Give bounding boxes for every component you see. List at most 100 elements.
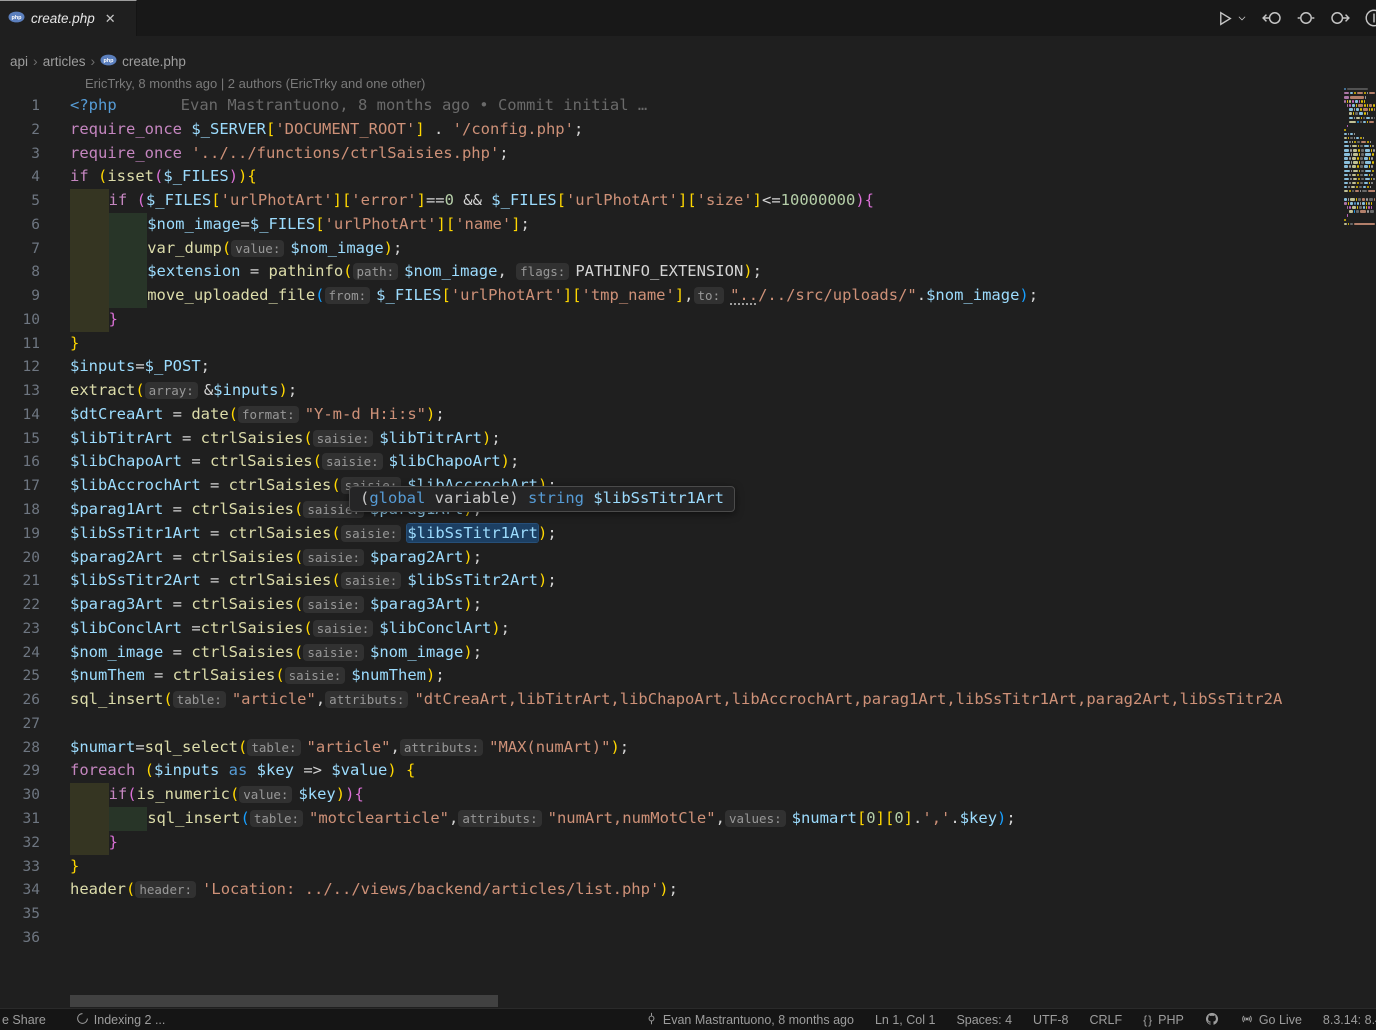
code-token: header (70, 880, 126, 898)
code-token: = (145, 666, 173, 684)
code-token: saisie: (322, 453, 383, 470)
record-dot-icon[interactable] (1296, 8, 1316, 28)
code-line[interactable]: 1<?phpEvan Mastrantuono, 8 months ago • … (0, 94, 1341, 118)
code-token: ; (669, 880, 678, 898)
breadcrumb-item-file[interactable]: create.php (122, 54, 186, 69)
code-line[interactable]: 15$libTitrArt = ctrlSaisies(saisie:$libT… (0, 427, 1341, 451)
run-icon[interactable] (1214, 8, 1234, 28)
code-line[interactable]: 5if ($_FILES['urlPhotArt']['error']==0 &… (0, 189, 1341, 213)
code-line[interactable]: 16$libChapoArt = ctrlSaisies(saisie:$lib… (0, 450, 1341, 474)
code-token: $inputs (213, 381, 278, 399)
status-item-label: Spaces: 4 (956, 1013, 1012, 1027)
code-token: $value (331, 761, 387, 779)
horizontal-scrollbar[interactable] (70, 995, 498, 1007)
status-item-eol[interactable]: CRLF (1089, 1013, 1122, 1027)
code-line[interactable]: 22$parag3Art = ctrlSaisies(saisie:$parag… (0, 593, 1341, 617)
code-line[interactable]: 24$nom_image = ctrlSaisies(saisie:$nom_i… (0, 641, 1341, 665)
code-line[interactable]: 31sql_insert(table:"motclearticle",attri… (0, 807, 1341, 831)
code-line[interactable]: 29foreach ($inputs as $key => $value) { (0, 759, 1341, 783)
code-line[interactable]: 35 (0, 902, 1341, 926)
status-item-blame-author[interactable]: Evan Mastrantuono, 8 months ago (645, 1012, 854, 1028)
code-token: [ (266, 120, 275, 138)
clipped-circle-icon[interactable] (1364, 8, 1376, 28)
minimap[interactable] (1344, 88, 1375, 788)
status-item-encoding[interactable]: UTF-8 (1033, 1013, 1068, 1027)
navigate-forward-icon[interactable] (1330, 8, 1350, 28)
code-token: ; (201, 357, 210, 375)
code-token: { (354, 785, 363, 803)
code-token: ) (997, 809, 1006, 827)
indent-guide-tint (70, 783, 109, 807)
commit-icon (645, 1012, 658, 1028)
status-item-live-share[interactable]: e Share (2, 1013, 46, 1027)
code-token: 10000000 (781, 191, 856, 209)
status-item-github[interactable] (1205, 1012, 1219, 1029)
code-line[interactable]: 33} (0, 855, 1341, 879)
status-item-cursor-position[interactable]: Ln 1, Col 1 (875, 1013, 935, 1027)
code-line[interactable]: 12$inputs=$_POST; (0, 355, 1341, 379)
code-line[interactable]: 23$libConclArt =ctrlSaisies(saisie:$libC… (0, 617, 1341, 641)
minimap-line (1344, 231, 1375, 233)
code-line[interactable]: 14$dtCreaArt = date(format:"Y-m-d H:i:s"… (0, 403, 1341, 427)
code-token: ( (315, 286, 324, 304)
code-line[interactable]: 26sql_insert(table:"article",attributs:"… (0, 688, 1341, 712)
code-token: $nom_image (404, 262, 497, 280)
code-line[interactable]: 4if (isset($_FILES)){ (0, 165, 1341, 189)
code-token: ( (313, 452, 322, 470)
code-line[interactable]: 28$numart=sql_select(table:"article",att… (0, 736, 1341, 760)
navigate-back-icon[interactable] (1262, 8, 1282, 28)
status-item-language-mode[interactable]: {}PHP (1143, 1013, 1184, 1027)
breadcrumb-item-api[interactable]: api (10, 54, 28, 69)
code-line[interactable]: 6$nom_image=$_FILES['urlPhotArt']['name'… (0, 213, 1341, 237)
code-token: ) (229, 167, 238, 185)
code-line[interactable]: 20$parag2Art = ctrlSaisies(saisie:$parag… (0, 546, 1341, 570)
code-token: ; (574, 120, 583, 138)
tab-close-icon[interactable]: ✕ (103, 10, 118, 27)
code-token: saisie: (285, 667, 346, 684)
breadcrumb-item-articles[interactable]: articles (43, 54, 86, 69)
code-token: var_dump (147, 239, 222, 257)
tab-title: create.php (31, 11, 95, 26)
code-line[interactable]: 19$libSsTitr1Art = ctrlSaisies(saisie:$l… (0, 522, 1341, 546)
status-item-go-live[interactable]: Go Live (1240, 1012, 1302, 1029)
code-line[interactable]: 21$libSsTitr2Art = ctrlSaisies(saisie:$l… (0, 569, 1341, 593)
minimap-line (1344, 170, 1375, 172)
code-token: 'error' (351, 191, 416, 209)
code-line[interactable]: 32} (0, 831, 1341, 855)
code-token: "motclearticle" (309, 809, 449, 827)
code-line[interactable]: 7var_dump(value:$nom_image); (0, 237, 1341, 261)
status-item-indexing[interactable]: Indexing 2 ... (76, 1012, 166, 1028)
code-line[interactable]: 11} (0, 332, 1341, 356)
spinner-icon (76, 1012, 89, 1028)
code-line[interactable]: 27 (0, 712, 1341, 736)
tab-create-php[interactable]: php create.php ✕ (0, 0, 137, 36)
code-line[interactable]: 30if(is_numeric(value:$key)){ (0, 783, 1341, 807)
code-token: ( (230, 785, 239, 803)
code-token: $numart (792, 809, 857, 827)
code-line[interactable]: 34header(header:'Location: ../../views/b… (0, 878, 1341, 902)
code-line[interactable]: 8$extension = pathinfo(path:$nom_image, … (0, 260, 1341, 284)
status-bar: e Share Indexing 2 ... Evan Mastrantuono,… (0, 1008, 1376, 1030)
code-line[interactable]: 3require_once '../../functions/ctrlSaisi… (0, 142, 1341, 166)
code-line[interactable]: 13extract(array:&$inputs); (0, 379, 1341, 403)
code-token: values: (725, 810, 786, 827)
run-dropdown-chevron-icon[interactable] (1236, 8, 1248, 28)
code-token: ',' (922, 809, 950, 827)
status-item-php-version[interactable]: 8.3.14: 8.4 (1323, 1013, 1376, 1027)
code-line[interactable]: 10} (0, 308, 1341, 332)
code-token: $nom_image (926, 286, 1019, 304)
code-token: [ (342, 191, 351, 209)
code-token: move_uploaded_file (147, 286, 315, 304)
status-item-indentation[interactable]: Spaces: 4 (956, 1013, 1012, 1027)
minimap-line (1344, 92, 1375, 94)
code-line[interactable]: 9move_uploaded_file(from:$_FILES['urlPho… (0, 284, 1341, 308)
minimap-line (1344, 223, 1375, 225)
code-token: $nom_image (147, 215, 240, 233)
code-editor[interactable]: 1<?phpEvan Mastrantuono, 8 months ago • … (0, 94, 1341, 995)
line-number: 31 (0, 808, 40, 832)
status-item-label: Ln 1, Col 1 (875, 1013, 935, 1027)
code-line[interactable]: 25$numThem = ctrlSaisies(saisie:$numThem… (0, 664, 1341, 688)
code-line[interactable]: 2require_once $_SERVER['DOCUMENT_ROOT'] … (0, 118, 1341, 142)
code-line[interactable]: 36 (0, 926, 1341, 950)
minimap-line (1344, 194, 1375, 196)
